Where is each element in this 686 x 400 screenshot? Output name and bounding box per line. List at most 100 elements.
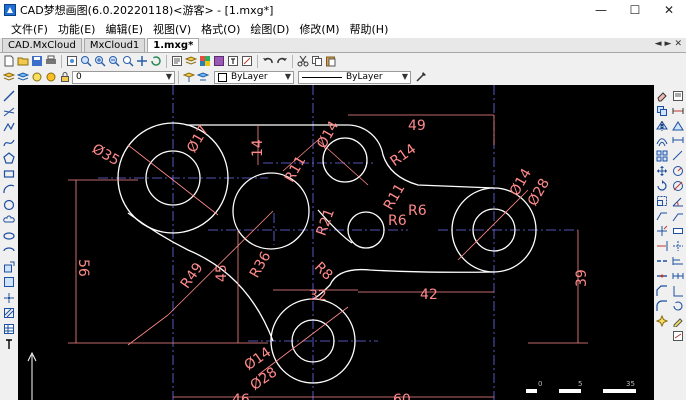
construction-line-icon[interactable] xyxy=(3,106,15,118)
zoom-in-icon[interactable] xyxy=(94,55,106,67)
save-icon[interactable] xyxy=(31,55,43,67)
cut-icon[interactable] xyxy=(297,55,309,67)
new-file-icon[interactable] xyxy=(3,55,15,67)
dim-angular-icon[interactable] xyxy=(672,195,684,207)
array-icon[interactable] xyxy=(656,150,668,162)
open-folder-icon[interactable] xyxy=(17,55,29,67)
break-icon[interactable] xyxy=(656,255,668,267)
copy-icon[interactable] xyxy=(311,55,323,67)
point-tool-icon[interactable] xyxy=(3,292,15,304)
tab-mxcloud1[interactable]: MxCloud1 xyxy=(83,38,146,52)
move-icon[interactable] xyxy=(656,165,668,177)
dim-aligned-icon[interactable] xyxy=(672,150,684,162)
minimize-button[interactable]: — xyxy=(584,0,618,20)
stretch-icon[interactable] xyxy=(656,210,668,222)
paste-icon[interactable] xyxy=(325,55,337,67)
menu-edit[interactable]: 编辑(E) xyxy=(100,21,148,37)
make-block-icon[interactable] xyxy=(3,276,15,288)
properties-icon[interactable] xyxy=(171,55,183,67)
rectangle-tool-icon[interactable] xyxy=(3,168,15,180)
arc-tool-icon[interactable] xyxy=(3,183,15,195)
rotate-icon[interactable] xyxy=(656,180,668,192)
layer-stack-icon[interactable] xyxy=(3,71,15,83)
menu-view[interactable]: 视图(V) xyxy=(148,21,196,37)
menu-format[interactable]: 格式(O) xyxy=(196,21,245,37)
menu-help[interactable]: 帮助(H) xyxy=(345,21,394,37)
extend-icon[interactable] xyxy=(656,240,668,252)
dim-style-edit-icon[interactable] xyxy=(672,330,684,342)
close-button[interactable]: ✕ xyxy=(652,0,686,20)
color-dropdown[interactable]: ByLayer ▼ xyxy=(214,70,294,84)
layer-dropdown[interactable]: 0 ▼ xyxy=(72,70,175,84)
properties-panel-icon[interactable] xyxy=(672,90,684,102)
offset-icon[interactable] xyxy=(656,135,668,147)
dim-edit-icon[interactable] xyxy=(672,315,684,327)
layer-state-icon[interactable] xyxy=(17,71,29,83)
dim-continue-icon[interactable] xyxy=(672,270,684,282)
maximize-button[interactable]: ☐ xyxy=(618,0,652,20)
pan-icon[interactable] xyxy=(136,55,148,67)
color-icon[interactable] xyxy=(199,55,211,67)
multiline-text-icon[interactable] xyxy=(3,338,15,350)
polyline-tool-icon[interactable] xyxy=(3,121,15,133)
dim-linear-icon[interactable] xyxy=(672,135,684,147)
table-tool-icon[interactable] xyxy=(3,323,15,335)
dim-radius-icon[interactable] xyxy=(672,165,684,177)
dim-diameter-icon[interactable] xyxy=(672,180,684,192)
dim-baseline-icon[interactable] xyxy=(672,255,684,267)
tab-scroll-right-icon[interactable]: ► xyxy=(665,39,672,49)
ellipse-arc-tool-icon[interactable] xyxy=(3,245,15,257)
dim-ordinate-icon[interactable] xyxy=(672,285,684,297)
text-style-icon[interactable] xyxy=(227,55,239,67)
layer-lock-icon[interactable] xyxy=(59,71,71,83)
explode-icon[interactable] xyxy=(656,315,668,327)
fillet-icon[interactable] xyxy=(656,300,668,312)
chamfer-icon[interactable] xyxy=(656,285,668,297)
revision-cloud-icon[interactable] xyxy=(3,214,15,226)
trim-icon[interactable] xyxy=(656,225,668,237)
block-icon[interactable] xyxy=(213,55,225,67)
make-current-layer-icon[interactable] xyxy=(183,71,195,83)
tab-1-mxg[interactable]: 1.mxg* xyxy=(147,38,200,52)
zoom-window-icon[interactable] xyxy=(80,55,92,67)
layer-manager-icon[interactable] xyxy=(185,55,197,67)
tab-close-icon[interactable]: ✕ xyxy=(674,39,682,49)
dim-update-icon[interactable] xyxy=(672,300,684,312)
drawing-canvas[interactable]: Ø35 Ø17 14 Ø14 R11 R14 49 R11 R6 R6 Ø14 … xyxy=(18,85,652,400)
area-icon[interactable] xyxy=(672,120,684,132)
tab-scroll-left-icon[interactable]: ◄ xyxy=(655,39,662,49)
linetype-dropdown[interactable]: ByLayer ▼ xyxy=(298,70,411,84)
hatch-tool-icon[interactable] xyxy=(3,307,15,319)
polygon-tool-icon[interactable] xyxy=(3,152,15,164)
copy-object-icon[interactable] xyxy=(656,105,668,117)
spline-tool-icon[interactable] xyxy=(3,137,15,149)
layer-freeze-icon[interactable] xyxy=(45,71,57,83)
redo-icon[interactable] xyxy=(276,55,288,67)
menu-draw[interactable]: 绘图(D) xyxy=(245,21,294,37)
leader-icon[interactable] xyxy=(672,210,684,222)
circle-tool-icon[interactable] xyxy=(3,199,15,211)
join-icon[interactable] xyxy=(656,270,668,282)
erase-icon[interactable] xyxy=(656,90,668,102)
regen-icon[interactable] xyxy=(150,55,162,67)
mirror-icon[interactable] xyxy=(656,120,668,132)
insert-block-icon[interactable] xyxy=(3,261,15,273)
tab-cad-mxcloud[interactable]: CAD.MxCloud xyxy=(2,38,82,52)
distance-icon[interactable] xyxy=(672,105,684,117)
menu-function[interactable]: 功能(E) xyxy=(53,21,101,37)
print-icon[interactable] xyxy=(45,55,57,67)
center-mark-icon[interactable] xyxy=(672,240,684,252)
line-tool-icon[interactable] xyxy=(3,90,15,102)
undo-icon[interactable] xyxy=(262,55,274,67)
match-properties-icon[interactable] xyxy=(415,71,427,83)
scale-icon[interactable] xyxy=(656,195,668,207)
preview-icon[interactable] xyxy=(66,55,78,67)
ellipse-tool-icon[interactable] xyxy=(3,230,15,242)
zoom-out-icon[interactable] xyxy=(108,55,120,67)
drawing-svg[interactable]: Ø35 Ø17 14 Ø14 R11 R14 49 R11 R6 R6 Ø14 … xyxy=(18,85,652,400)
layer-visible-icon[interactable] xyxy=(31,71,43,83)
previous-layer-icon[interactable] xyxy=(197,71,209,83)
zoom-extents-icon[interactable] xyxy=(122,55,134,67)
menu-file[interactable]: 文件(F) xyxy=(6,21,53,37)
dimension-style-icon[interactable] xyxy=(241,55,253,67)
